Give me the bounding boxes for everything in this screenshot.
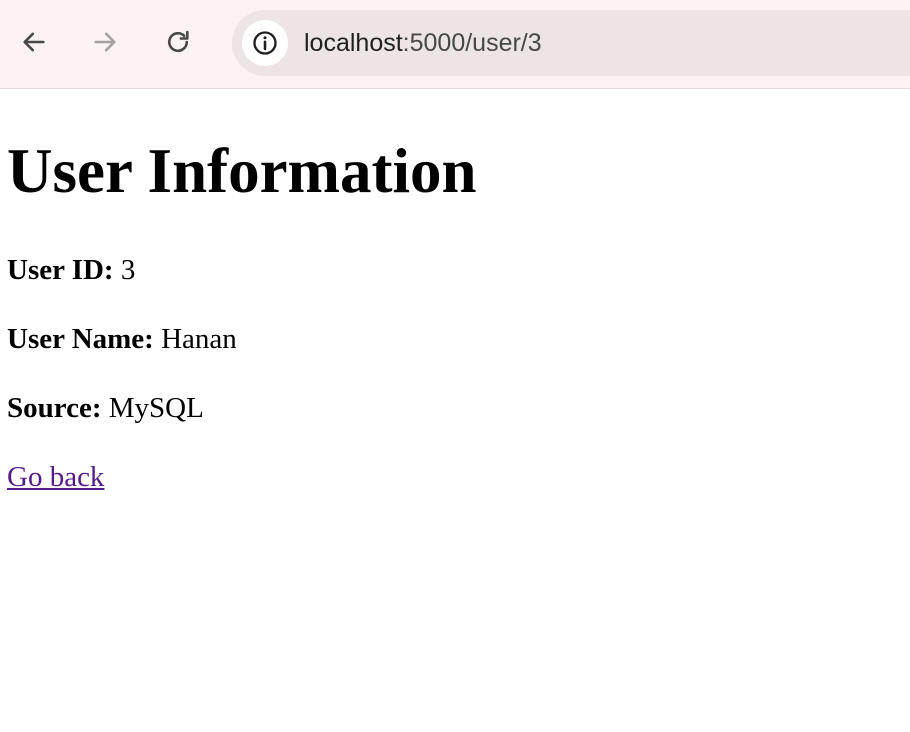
address-bar[interactable]: localhost:5000/user/3 bbox=[232, 10, 910, 76]
user-name-row: User Name: Hanan bbox=[7, 321, 237, 357]
url-host: localhost bbox=[304, 29, 403, 57]
go-back-link[interactable]: Go back bbox=[7, 459, 104, 495]
url-path: :5000/user/3 bbox=[402, 29, 542, 57]
source-label: Source: bbox=[7, 392, 102, 424]
arrow-left-icon bbox=[23, 32, 45, 52]
source-row: Source: MySQL bbox=[7, 390, 204, 426]
forward-button[interactable] bbox=[85, 22, 125, 62]
site-info-button[interactable] bbox=[242, 20, 288, 66]
page-title: User Information bbox=[7, 136, 477, 206]
arrow-right-icon bbox=[94, 32, 116, 52]
url-text[interactable]: localhost:5000/user/3 bbox=[304, 27, 542, 59]
user-id-value: 3 bbox=[120, 254, 136, 286]
user-id-label: User ID: bbox=[7, 254, 114, 286]
source-value: MySQL bbox=[108, 392, 204, 424]
user-name-value: Hanan bbox=[161, 323, 237, 355]
info-icon bbox=[253, 31, 277, 55]
reload-icon bbox=[168, 30, 189, 53]
browser-toolbar: localhost:5000/user/3 bbox=[0, 0, 910, 89]
reload-button[interactable] bbox=[158, 22, 198, 62]
back-button[interactable] bbox=[14, 22, 54, 62]
user-name-label: User Name: bbox=[7, 323, 154, 355]
user-id-row: User ID: 3 bbox=[7, 252, 135, 288]
